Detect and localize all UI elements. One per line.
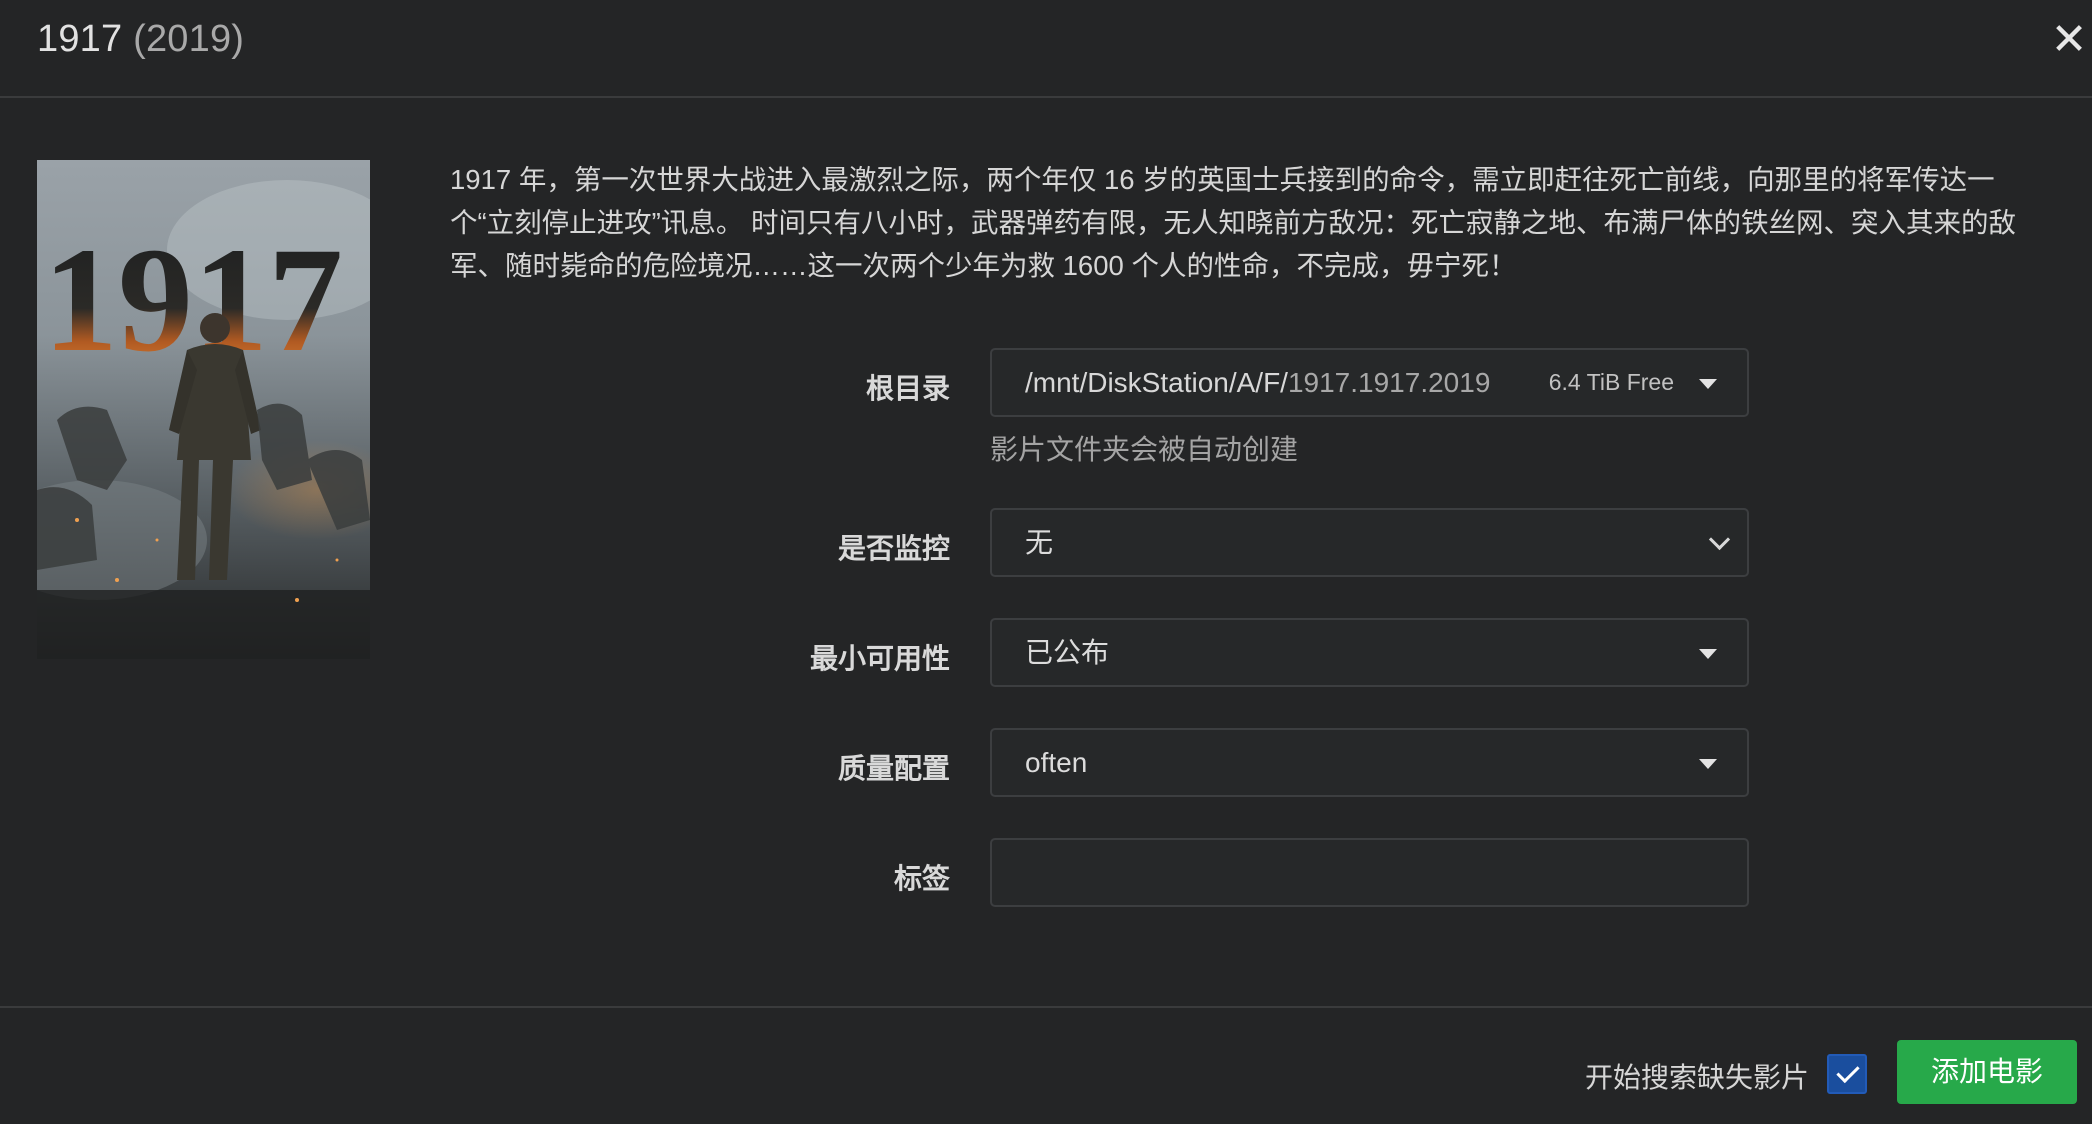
caret-down-icon <box>1699 759 1717 769</box>
root-folder-base-path: /mnt/DiskStation/A/F/ <box>1025 367 1288 398</box>
start-search-label: 开始搜索缺失影片 <box>1585 1062 1810 1093</box>
close-icon[interactable]: ✕ <box>2051 15 2088 64</box>
minimum-availability-select[interactable]: 已公布 <box>990 618 1749 687</box>
movie-year: (2019) <box>133 18 245 60</box>
free-space-badge: 6.4 TiB Free <box>1548 369 1674 395</box>
add-movie-button[interactable]: 添加电影 <box>1897 1040 2077 1104</box>
root-folder-select[interactable]: /mnt/DiskStation/A/F/1917.1917.2019 6.4 … <box>990 348 1749 417</box>
modal-header: 1917 (2019) ✕ <box>0 0 2092 98</box>
minimum-availability-label: 最小可用性 <box>809 643 950 674</box>
chevron-down-icon <box>1708 528 1731 551</box>
monitor-label: 是否监控 <box>837 533 950 564</box>
start-search-checkbox[interactable] <box>1827 1054 1867 1094</box>
quality-profile-select[interactable]: often <box>990 728 1749 797</box>
root-folder-path: /mnt/DiskStation/A/F/1917.1917.2019 <box>1025 350 1490 415</box>
root-folder-help: 影片文件夹会被自动创建 <box>990 434 1299 465</box>
minimum-availability-value: 已公布 <box>1025 637 1110 668</box>
movie-folder-name: 1917.1917.2019 <box>1287 367 1491 398</box>
movie-poster: 1917 <box>37 160 370 659</box>
quality-profile-value: often <box>1025 747 1088 778</box>
caret-down-icon <box>1699 649 1717 659</box>
monitor-select[interactable]: 无 <box>990 508 1749 577</box>
tags-input[interactable] <box>990 838 1749 907</box>
tags-label: 标签 <box>893 863 950 894</box>
quality-profile-label: 质量配置 <box>837 753 950 784</box>
add-movie-modal: 1917 (2019) ✕ 1917 1917 年，第一次世界大战进入最激烈之际… <box>0 0 2092 1124</box>
checkmark-icon <box>1836 1059 1860 1084</box>
monitor-value: 无 <box>1025 527 1054 558</box>
close-button[interactable]: ✕ <box>2046 14 2092 66</box>
root-folder-label: 根目录 <box>865 373 950 404</box>
movie-overview: 1917 年，第一次世界大战进入最激烈之际，两个年仅 16 岁的英国士兵接到的命… <box>450 164 2016 281</box>
caret-down-icon <box>1699 379 1717 389</box>
movie-title: 1917 <box>37 18 123 60</box>
modal-title: 1917 (2019) <box>37 18 244 61</box>
